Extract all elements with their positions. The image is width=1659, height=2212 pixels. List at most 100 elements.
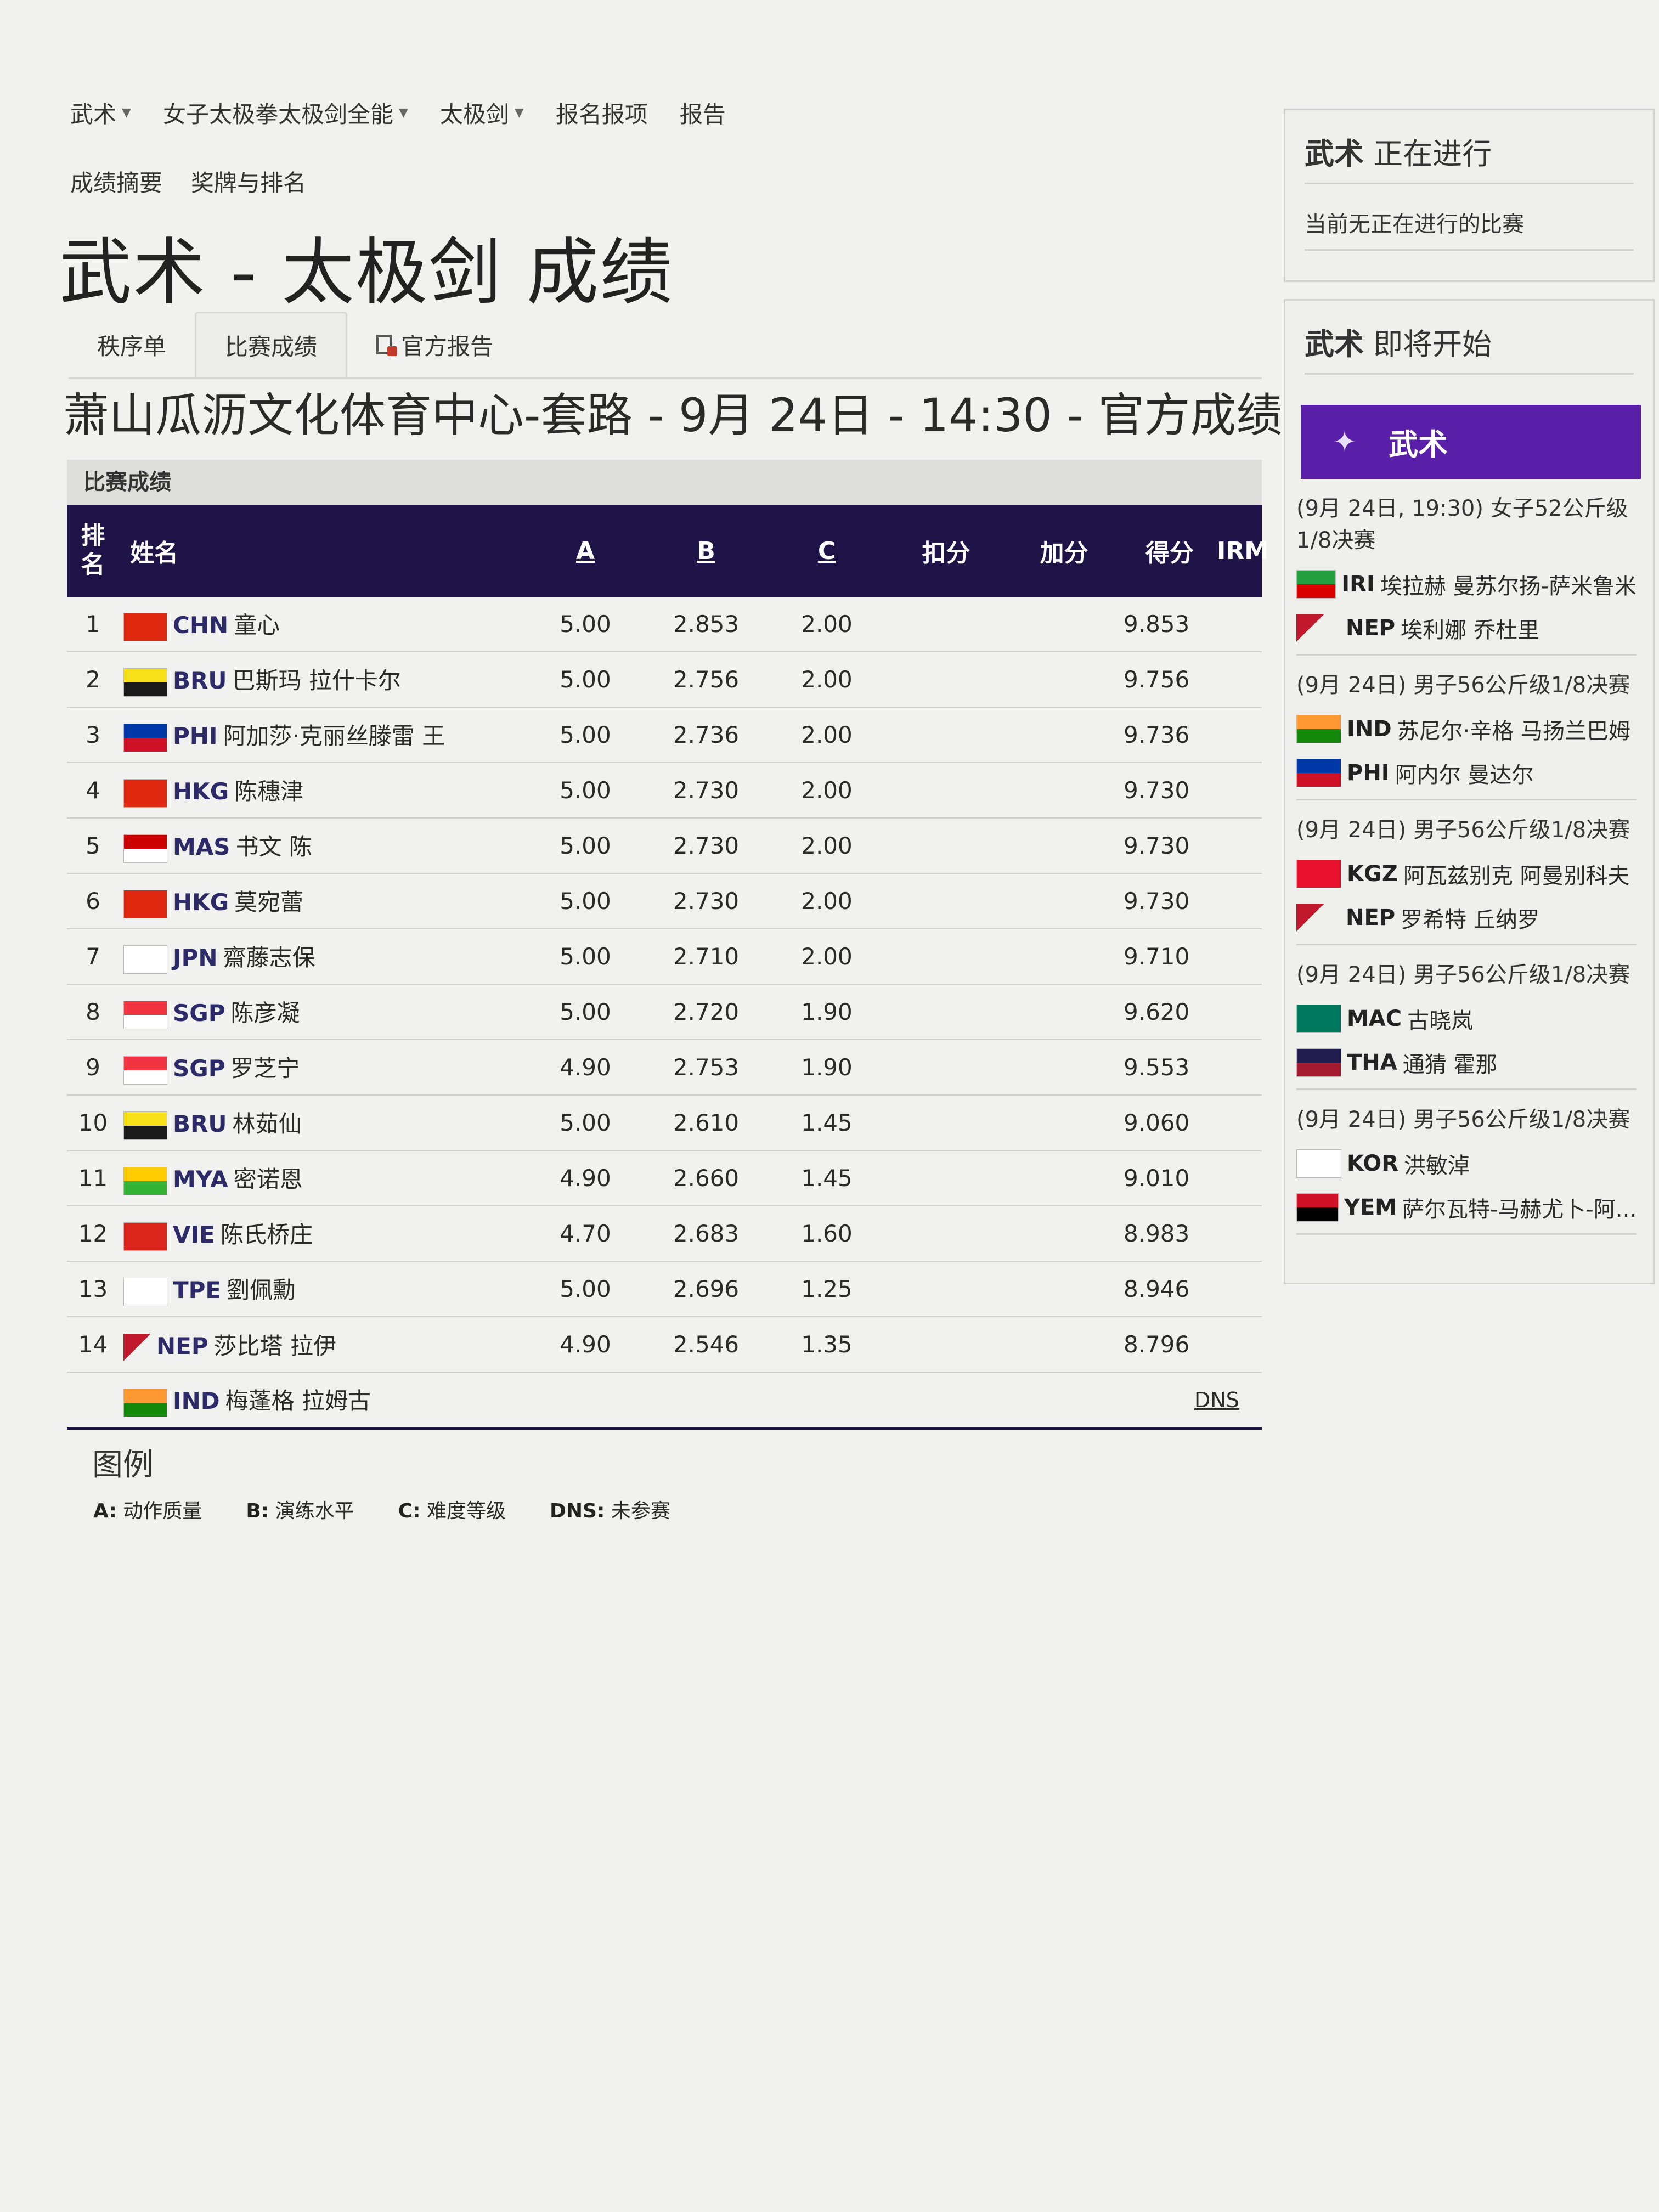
nav-item-wushu[interactable]: 武术 ▼ (70, 96, 131, 129)
flag-bru-icon (123, 668, 167, 697)
table-row[interactable]: 8 SGP 陈彦凝 5.00 2.720 1.90 9.620 (67, 984, 1262, 1040)
table-row[interactable]: 1 CHN 童心 5.00 2.853 2.00 9.853 (67, 597, 1262, 652)
cell-bonus (1005, 1261, 1123, 1317)
athlete-name-link[interactable]: 林茹仙 (232, 1110, 301, 1137)
table-row[interactable]: 14 NEP 莎比塔 拉伊 4.90 2.546 1.35 8.796 (67, 1317, 1262, 1373)
athlete-name-link[interactable]: 阿加莎·克丽丝滕雷 王 (223, 723, 445, 749)
cell-irm (1194, 597, 1240, 652)
table-row[interactable]: 5 MAS 书文 陈 5.00 2.730 2.00 9.730 (67, 818, 1262, 874)
cell-bonus (1005, 652, 1123, 708)
nav-item-discipline[interactable]: 太极剑 ▼ (440, 96, 524, 129)
athlete-name-link[interactable]: 梅蓬格 拉姆古 (225, 1387, 371, 1414)
nav-item-event[interactable]: 女子太极拳太极剑全能 ▼ (163, 96, 408, 129)
cell-rank: 2 (67, 652, 119, 708)
athlete-name-link[interactable]: 密诺恩 (234, 1166, 303, 1193)
flag-phi-icon (1296, 759, 1341, 787)
flag-jpn-icon (123, 945, 167, 974)
nav-item-entries[interactable]: 报名报项 (556, 96, 648, 129)
table-row[interactable]: 6 HKG 莫宛蕾 5.00 2.730 2.00 9.730 (67, 873, 1262, 929)
cell-rank (67, 1372, 119, 1430)
table-row[interactable]: 4 HKG 陈穗津 5.00 2.730 2.00 9.730 (67, 763, 1262, 819)
athlete-name-link[interactable]: 童心 (234, 612, 280, 639)
nav-item-reports[interactable]: 报告 (680, 96, 726, 129)
flag-mas-icon (123, 834, 167, 863)
col-a[interactable]: A (525, 505, 646, 597)
cell-bonus (1005, 1372, 1123, 1430)
tab-results[interactable]: 比赛成绩 (195, 312, 348, 377)
noc-code: IRI (1341, 572, 1375, 597)
tab-start-list[interactable]: 秩序单 (69, 312, 195, 377)
flag-chn-icon (123, 612, 167, 641)
table-row[interactable]: 10 BRU 林茹仙 5.00 2.610 1.45 9.060 (67, 1095, 1262, 1151)
noc-code: KGZ (1347, 861, 1398, 887)
athlete-name-link[interactable]: 莫宛蕾 (234, 889, 303, 916)
col-c[interactable]: C (766, 505, 887, 597)
cell-a: 5.00 (525, 1261, 646, 1317)
cell-rank: 3 (67, 707, 119, 763)
subnav-medals-link[interactable]: 奖牌与排名 (191, 165, 306, 198)
results-body: 1 CHN 童心 5.00 2.853 2.00 9.853 2 BRU 巴斯玛 拉什卡尔 5.00… (67, 597, 1262, 1430)
cell-irm (1194, 652, 1240, 708)
col-b[interactable]: B (646, 505, 766, 597)
noc-code: YEM (1344, 1195, 1397, 1220)
sport-banner[interactable]: ✦ 武术 (1301, 405, 1641, 479)
athlete-name: 洪敏淖 (1404, 1153, 1470, 1178)
athlete-name-link[interactable]: 陈彦凝 (231, 1000, 300, 1026)
cell-name: BRU 林茹仙 (119, 1095, 525, 1151)
athlete-name: 古晓岚 (1407, 1008, 1474, 1034)
tab-official-report-label: 官方报告 (401, 332, 494, 360)
athlete-name-link[interactable]: 巴斯玛 拉什卡尔 (232, 667, 400, 694)
cell-irm (1194, 707, 1240, 763)
col-name: 姓名 (130, 539, 178, 567)
cell-irm (1194, 763, 1240, 819)
cell-bonus (1005, 597, 1123, 652)
upcoming-match[interactable]: (9月 24日) 男子56公斤级1/8决赛 MAC 古晓岚 THA 通猜 霍那 (1296, 959, 1637, 1090)
cell-deduction (887, 1095, 1005, 1151)
cell-irm (1194, 818, 1240, 874)
upcoming-match[interactable]: (9月 24日) 男子56公斤级1/8决赛 IND 苏尼尔·辛格 马扬兰巴姆 PHI 阿… (1296, 669, 1637, 800)
athlete-name-link[interactable]: 陈穗津 (234, 778, 303, 805)
cell-b: 2.710 (646, 929, 766, 985)
col-irm: IRM (1217, 537, 1269, 565)
table-row[interactable]: 13 TPE 劉佩勳 5.00 2.696 1.25 8.946 (67, 1261, 1262, 1317)
cell-bonus (1005, 1095, 1123, 1151)
upcoming-match[interactable]: (9月 24日) 男子56公斤级1/8决赛 KOR 洪敏淖 YEM 萨尔瓦特-马赫尤卜-… (1296, 1104, 1637, 1235)
table-row[interactable]: 3 PHI 阿加莎·克丽丝滕雷 王 5.00 2.736 2.00 9.736 (67, 707, 1262, 763)
cell-deduction (887, 1372, 1005, 1430)
caret-down-icon: ▼ (398, 106, 408, 120)
table-row[interactable]: 7 JPN 齋藤志保 5.00 2.710 2.00 9.710 (67, 929, 1262, 985)
results-table: 排名 姓名 A B C 扣分 加分 得分 IRM 1 CHN 童心 5.00 2.853… (67, 505, 1269, 1430)
noc-code: HKG (173, 889, 229, 916)
upcoming-match[interactable]: (9月 24日) 男子56公斤级1/8决赛 KGZ 阿瓦兹别克 阿曼别科夫 NEP 罗希… (1296, 814, 1637, 945)
cell-a: 5.00 (525, 652, 646, 708)
athlete-name-link[interactable]: 书文 陈 (236, 833, 312, 860)
athlete-name-link[interactable]: 劉佩勳 (227, 1277, 296, 1304)
cell-irm (1194, 873, 1240, 929)
upcoming-match[interactable]: (9月 24日, 19:30) 女子52公斤级 1/8决赛 IRI 埃拉赫 曼苏尔扬… (1296, 493, 1637, 656)
noc-code: BRU (173, 667, 227, 695)
table-row[interactable]: 12 VIE 陈氏桥庄 4.70 2.683 1.60 8.983 (67, 1206, 1262, 1262)
pdf-document-icon (376, 335, 398, 356)
tab-official-report[interactable]: 官方报告 (347, 312, 522, 377)
athlete-name-link[interactable]: 陈氏桥庄 (221, 1221, 313, 1248)
table-row[interactable]: IND 梅蓬格 拉姆古 DNS (67, 1372, 1262, 1430)
athlete-name-link[interactable]: 齋藤志保 (223, 944, 315, 971)
athlete-name-link[interactable]: 莎比塔 拉伊 (214, 1333, 336, 1359)
legend: A: 动作质量 B: 演练水平 C: 难度等级 DNS: 未参赛 (93, 1495, 670, 1523)
table-row[interactable]: 9 SGP 罗芝宁 4.90 2.753 1.90 9.553 (67, 1040, 1262, 1096)
flag-iri-icon (1296, 570, 1336, 599)
cell-deduction (887, 763, 1005, 819)
cell-deduction (887, 597, 1005, 652)
cell-deduction (887, 1150, 1005, 1206)
sidebar-upcoming-panel: 武术 即将开始 ✦ 武术 (9月 24日, 19:30) 女子52公斤级 1/8… (1284, 299, 1655, 1284)
subnav-summary-link[interactable]: 成绩摘要 (70, 165, 162, 198)
athlete-name-link[interactable]: 罗芝宁 (231, 1055, 300, 1082)
cell-deduction (887, 984, 1005, 1040)
table-row[interactable]: 2 BRU 巴斯玛 拉什卡尔 5.00 2.756 2.00 9.756 (67, 652, 1262, 708)
cell-irm (1194, 1040, 1240, 1096)
flag-sgp-icon (123, 1000, 167, 1029)
cell-name: NEP 莎比塔 拉伊 (119, 1317, 525, 1373)
noc-code: NEP (1346, 616, 1396, 641)
noc-code: NEP (1346, 905, 1396, 930)
table-row[interactable]: 11 MYA 密诺恩 4.90 2.660 1.45 9.010 (67, 1150, 1262, 1206)
